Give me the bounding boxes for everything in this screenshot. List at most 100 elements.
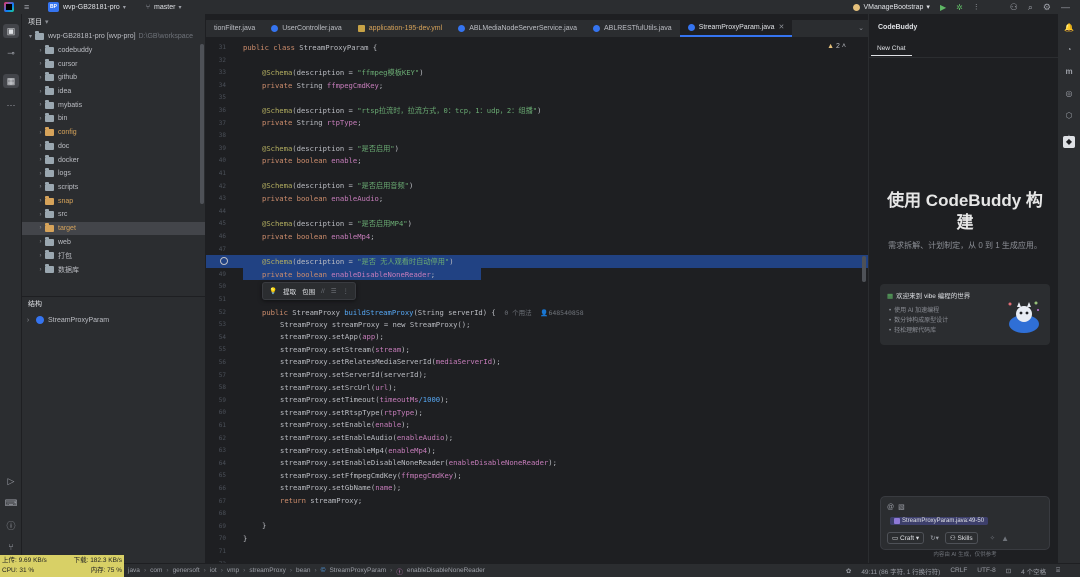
breakpoint-icon[interactable] xyxy=(220,257,228,265)
project-scrollbar[interactable] xyxy=(200,44,204,204)
breadcrumb-item[interactable]: streamProxy xyxy=(249,567,285,574)
welcome-card[interactable]: ▦欢迎来到 vibe 编程的世界 使用 AI 加速编程 数分钟构成原型设计 轻松… xyxy=(880,284,1050,345)
author-hint[interactable]: 648540858 xyxy=(548,309,583,317)
chevron-down-icon[interactable]: ▾ xyxy=(123,4,126,11)
gradle-icon[interactable]: ⬡ xyxy=(1063,110,1075,122)
breadcrumb-item[interactable]: enableDisableNoneReader xyxy=(407,567,485,574)
git-branch-icon[interactable]: ⑂ xyxy=(146,4,150,11)
more-icon[interactable]: ⋮ xyxy=(343,287,350,295)
minimize-icon[interactable]: — xyxy=(1061,2,1070,12)
tab-new-chat[interactable]: New Chat xyxy=(871,42,912,56)
chat-input-box[interactable]: @ ▧ StreamProxyParam.java:49-50 ▭ Craft … xyxy=(880,496,1050,550)
more-actions-icon[interactable]: ⋮ xyxy=(973,3,980,11)
maven-icon[interactable]: m xyxy=(1063,66,1075,78)
wrap-action[interactable]: 包围 xyxy=(302,286,315,296)
project-badge[interactable]: BP xyxy=(48,2,59,12)
tree-folder[interactable]: › 数据库 xyxy=(22,263,205,277)
breadcrumb-item[interactable]: genersoft xyxy=(173,567,200,574)
comment-icon[interactable]: // xyxy=(321,288,325,295)
tab-application-yml[interactable]: application-195-dev.yml xyxy=(350,19,450,37)
tree-folder[interactable]: › codebuddy xyxy=(22,44,205,58)
tree-folder[interactable]: › scripts xyxy=(22,181,205,195)
code-editor[interactable]: 3132333435363738394041424344454647484950… xyxy=(206,38,868,563)
mode-selector[interactable]: ▭ Craft ▾ xyxy=(887,532,925,544)
usages-hint[interactable]: 0 个用法 xyxy=(504,309,531,317)
more-tools-icon[interactable]: ⋯ xyxy=(3,98,19,112)
code-field: enableDisableNoneReader xyxy=(448,458,549,468)
search-icon[interactable]: ⌕ xyxy=(1028,2,1033,13)
format-icon[interactable]: ☰ xyxy=(331,287,337,295)
tree-folder[interactable]: › github xyxy=(22,71,205,85)
tab-filter[interactable]: tionFilter.java xyxy=(206,19,263,37)
project-tool-icon[interactable]: ▣ xyxy=(3,24,19,38)
tree-folder[interactable]: › idea xyxy=(22,85,205,99)
tree-folder[interactable]: › target xyxy=(22,221,205,236)
breadcrumb-item[interactable]: StreamProxyParam xyxy=(329,567,386,574)
services-tool-icon[interactable]: ▷ xyxy=(3,474,19,488)
editor-tabs: tionFilter.java UserController.java appl… xyxy=(206,19,868,38)
tree-root[interactable]: ▾ wvp-GB28181-pro [wvp-pro] D:\GB\worksp… xyxy=(22,30,205,44)
tree-folder[interactable]: › docker xyxy=(22,153,205,167)
breadcrumb-item[interactable]: java xyxy=(128,567,140,574)
debug-icon[interactable]: ✲ xyxy=(956,3,963,12)
image-icon[interactable]: ▧ xyxy=(898,503,905,511)
git-tool-icon[interactable]: ⑂ xyxy=(3,540,19,554)
breadcrumb-item[interactable]: com xyxy=(150,567,162,574)
tab-user-controller[interactable]: UserController.java xyxy=(263,19,350,37)
ai-status-icon[interactable]: ✿ xyxy=(846,567,851,575)
mention-icon[interactable]: @ xyxy=(887,504,894,511)
terminal-tool-icon[interactable]: ⌨ xyxy=(3,496,19,510)
skills-button[interactable]: ⚇ Skills xyxy=(944,532,978,544)
tree-folder[interactable]: › doc xyxy=(22,140,205,154)
breadcrumb-item[interactable]: iot xyxy=(210,567,217,574)
tab-stream-proxy-param[interactable]: StreamProxyParam.java ✕ xyxy=(679,19,793,37)
structure-tool-icon[interactable]: ▦ xyxy=(3,74,19,88)
structure-item[interactable]: › StreamProxyParam xyxy=(22,314,109,326)
chevron-down-icon[interactable]: ▾ xyxy=(178,4,181,11)
context-file-chip[interactable]: StreamProxyParam.java:49-50 xyxy=(890,517,989,525)
notifications-icon[interactable]: 🔔 xyxy=(1063,22,1075,34)
database-icon[interactable]: ◔ xyxy=(1063,44,1075,56)
lightbulb-icon[interactable]: 💡 xyxy=(269,287,277,295)
tree-folder[interactable]: › src xyxy=(22,208,205,222)
tree-folder[interactable]: › snap xyxy=(22,194,205,208)
file-encoding[interactable]: UTF-8 xyxy=(977,567,995,574)
project-name[interactable]: wvp-GB28181-pro xyxy=(63,4,120,11)
close-icon[interactable]: ✕ xyxy=(779,23,785,31)
send-icon[interactable]: ▲ xyxy=(1001,534,1009,543)
main-menu-icon[interactable]: ≡ xyxy=(24,2,34,12)
add-user-icon[interactable]: ⚇ xyxy=(1010,2,1018,13)
codebuddy-tool-icon[interactable]: ◆ xyxy=(1063,136,1075,148)
model-selector-icon[interactable]: ↻▾ xyxy=(930,534,939,542)
tree-folder[interactable]: › config xyxy=(22,126,205,140)
tree-folder[interactable]: › mybatis xyxy=(22,98,205,112)
line-separator[interactable]: CRLF xyxy=(950,567,967,574)
tree-folder[interactable]: › web xyxy=(22,235,205,249)
copilot-icon[interactable]: ◎ xyxy=(1063,88,1075,100)
extract-action[interactable]: 提取 xyxy=(283,286,296,296)
git-icon[interactable]: ⌸ xyxy=(1056,567,1060,575)
tree-folder[interactable]: › 打包 xyxy=(22,249,205,263)
tree-folder[interactable]: › cursor xyxy=(22,57,205,71)
breadcrumb-item[interactable]: bean xyxy=(296,567,310,574)
tree-folder[interactable]: › logs xyxy=(22,167,205,181)
indent-setting[interactable]: 4 个空格 xyxy=(1021,566,1046,576)
problems-tool-icon[interactable]: ⓘ xyxy=(3,518,19,532)
tab-abl-restful-utils[interactable]: ABLRESTfulUtils.java xyxy=(585,19,680,37)
run-icon[interactable]: ▶ xyxy=(940,3,946,12)
tabs-menu-icon[interactable]: ⌄ xyxy=(858,24,864,32)
breadcrumb-item[interactable]: vmp xyxy=(227,567,239,574)
gear-icon[interactable]: ⚙ xyxy=(1043,2,1051,13)
commit-tool-icon[interactable]: ⊸ xyxy=(3,46,19,60)
run-config-selector[interactable]: VManageBootstrap ▾ xyxy=(853,3,930,11)
inspection-widget[interactable]: ▲ 2 ˄ xyxy=(827,43,846,50)
git-branch-name[interactable]: master xyxy=(154,4,175,11)
caret-position[interactable]: 49:11 (86 字符, 1 行换行符) xyxy=(861,566,940,576)
tab-abl-media-node[interactable]: ABLMediaNodeServerService.java xyxy=(450,19,585,37)
line-number: 62 xyxy=(218,434,226,442)
project-panel-header[interactable]: 项目 ▾ xyxy=(22,14,205,30)
readonly-icon[interactable]: ⊡ xyxy=(1006,567,1011,575)
editor-scrollbar[interactable] xyxy=(862,256,866,282)
sparkle-icon[interactable]: ✧ xyxy=(990,534,995,542)
tree-folder[interactable]: › bin xyxy=(22,112,205,126)
